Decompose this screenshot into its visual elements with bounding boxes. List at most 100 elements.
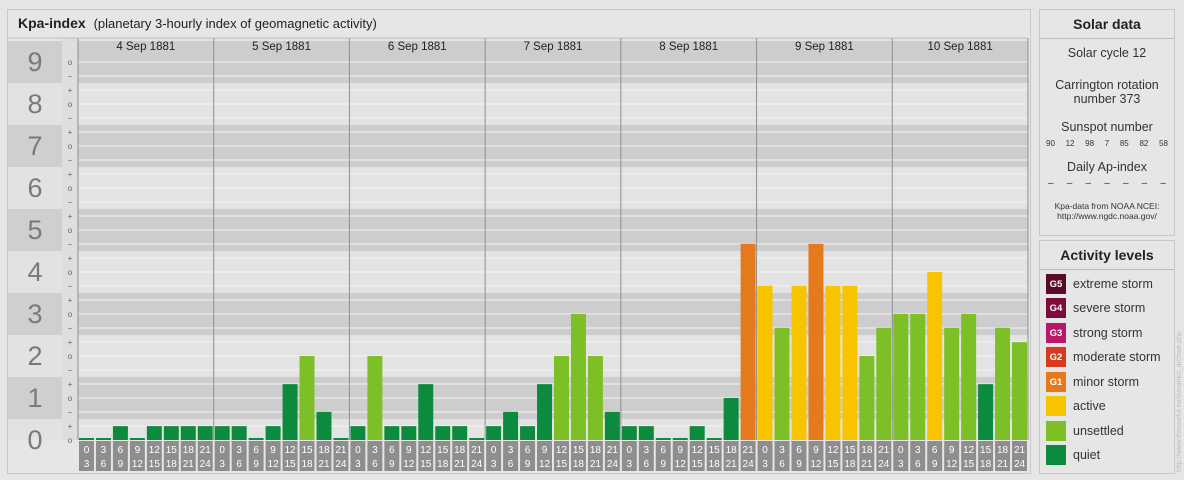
interval-start-label: 21: [743, 445, 755, 456]
sunspot-value: 58: [1159, 139, 1168, 148]
interval-start-label: 6: [796, 445, 802, 456]
ap-value: –: [1141, 178, 1148, 189]
interval-end-label: 12: [810, 459, 822, 470]
kp-bar: [214, 426, 230, 440]
y-minor-label: o: [68, 100, 73, 109]
y-tick-label: 8: [27, 89, 42, 119]
interval-end-label: 18: [844, 459, 856, 470]
legend-label: unsettled: [1073, 424, 1124, 438]
interval-start-label: 15: [980, 445, 992, 456]
interval-end-label: 15: [692, 459, 704, 470]
interval-start-label: 9: [949, 445, 955, 456]
y-minor-label: o: [68, 184, 73, 193]
interval-end-label: 15: [963, 459, 975, 470]
interval-end-label: 9: [932, 459, 938, 470]
chart-title: Kpa-index (planetary 3-hourly index of g…: [18, 15, 377, 31]
interval-start-label: 3: [644, 445, 650, 456]
interval-start-label: 6: [253, 445, 259, 456]
source-line-1: Kpa-data from NOAA NCEI:: [1054, 201, 1160, 211]
kp-bar: [995, 327, 1011, 440]
day-label: 8 Sep 1881: [659, 41, 718, 53]
interval-end-label: 15: [420, 459, 432, 470]
y-tick-label: 1: [27, 383, 42, 413]
y-minor-label: +: [68, 170, 73, 179]
kp-bar: [621, 426, 637, 440]
interval-start-label: 15: [166, 445, 178, 456]
interval-end-label: 9: [253, 459, 259, 470]
kp-bar: [452, 426, 468, 440]
interval-end-label: 12: [946, 459, 958, 470]
day-label: 9 Sep 1881: [795, 41, 854, 53]
kp-bar: [587, 356, 603, 440]
source-link[interactable]: http://www.ngdc.noaa.gov/: [1040, 211, 1174, 221]
legend-active: active: [1046, 396, 1106, 416]
interval-start-label: 18: [726, 445, 738, 456]
y-tick-label: 2: [27, 341, 42, 371]
legend-label: severe storm: [1073, 301, 1146, 315]
interval-start-label: 18: [454, 445, 466, 456]
interval-start-label: 9: [677, 445, 683, 456]
legend-swatch: [1046, 421, 1066, 441]
ap-value: –: [1104, 178, 1110, 189]
interval-end-label: 9: [660, 459, 666, 470]
interval-start-label: 12: [149, 445, 161, 456]
interval-start-label: 18: [183, 445, 195, 456]
interval-start-label: 3: [236, 445, 242, 456]
interval-start-label: 9: [813, 445, 819, 456]
y-tick-label: 3: [27, 299, 42, 329]
legend-swatch: G4: [1046, 298, 1066, 318]
interval-end-label: 21: [997, 459, 1009, 470]
sunspot-value: 12: [1065, 139, 1075, 148]
kp-bar: [265, 426, 281, 440]
y-minor-label: o: [68, 142, 73, 151]
interval-end-label: 18: [437, 459, 449, 470]
interval-end-label: 6: [101, 459, 107, 470]
legend-label: quiet: [1073, 448, 1101, 462]
y-minor-label: o: [68, 226, 73, 235]
carrington-rotation: Carrington rotation number 373: [1040, 78, 1174, 106]
interval-end-label: 21: [454, 459, 466, 470]
legend-g4: G4 severe storm: [1046, 298, 1145, 318]
kp-bar: [129, 438, 145, 440]
ap-values: – – – – – – –: [1040, 178, 1174, 189]
y-tick-label: 7: [27, 131, 42, 161]
interval-end-label: 6: [372, 459, 378, 470]
interval-end-label: 21: [590, 459, 602, 470]
ap-value: –: [1085, 178, 1092, 189]
activity-levels-panel: Activity levels G5 extreme storm G4 seve…: [1039, 240, 1175, 474]
interval-start-label: 12: [963, 445, 975, 456]
kp-bar: [418, 384, 434, 440]
y-tick-label: 4: [27, 257, 42, 287]
kp-bar: [537, 384, 552, 440]
kp-bar: [469, 438, 485, 440]
kp-bar: [248, 438, 264, 440]
y-minor-label: o: [68, 352, 73, 361]
interval-start-label: 21: [607, 445, 619, 456]
kp-bar: [333, 438, 349, 440]
interval-end-label: 24: [200, 459, 212, 470]
kp-bar: [740, 243, 756, 440]
interval-start-label: 3: [779, 445, 785, 456]
interval-end-label: 3: [491, 459, 497, 470]
kp-bar: [197, 426, 213, 440]
interval-start-label: 15: [709, 445, 721, 456]
legend-g1: G1 minor storm: [1046, 372, 1139, 392]
kp-bar: [791, 285, 807, 440]
interval-end-label: 3: [219, 459, 225, 470]
carrington-line-2: number 373: [1073, 92, 1141, 106]
solar-data-panel: Solar data Solar cycle 12 Carrington rot…: [1039, 9, 1175, 236]
interval-end-label: 18: [166, 459, 178, 470]
y-minor-label: −: [68, 408, 73, 417]
kp-bar: [112, 426, 128, 440]
interval-end-label: 9: [796, 459, 802, 470]
interval-start-label: 0: [627, 445, 633, 456]
legend-unsettled: unsettled: [1046, 421, 1124, 441]
kp-bar: [723, 398, 739, 440]
interval-start-label: 9: [406, 445, 412, 456]
interval-end-label: 9: [389, 459, 395, 470]
interval-start-label: 9: [135, 445, 141, 456]
interval-end-label: 15: [556, 459, 568, 470]
interval-start-label: 3: [915, 445, 921, 456]
day-label: 6 Sep 1881: [388, 41, 447, 53]
sunspot-numbers: 90 12 98 7 85 82 58: [1040, 139, 1174, 148]
